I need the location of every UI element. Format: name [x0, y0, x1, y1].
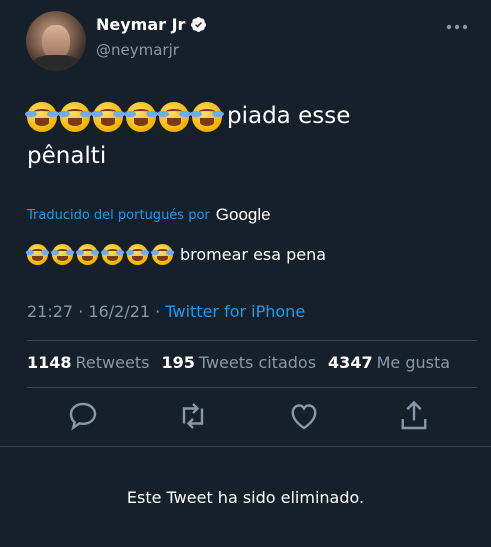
translated-text-body: bromear esa pena: [180, 245, 327, 264]
translation-attribution: Traducido del portugués por Google: [27, 205, 271, 225]
rofl-emoji-icon: [157, 101, 191, 132]
tweet-meta: 21:27 · 16/2/21 · Twitter for iPhone: [27, 302, 305, 321]
tweet-source[interactable]: Twitter for iPhone: [165, 302, 305, 321]
tweet-text-line2: pênalti: [27, 143, 107, 169]
like-icon[interactable]: [286, 398, 322, 434]
rofl-emoji-icon: [125, 244, 150, 265]
rofl-emoji-icon: [150, 244, 175, 265]
likes-stat[interactable]: 4347 Me gusta: [328, 353, 450, 372]
tweet-stats: 1148 Retweets 195 Tweets citados 4347 Me gu…: [27, 353, 450, 372]
avatar-face: [42, 25, 70, 59]
tweet-date[interactable]: 16/2/21: [88, 302, 150, 321]
meta-separator: ·: [155, 302, 161, 321]
tweet-time[interactable]: 21:27: [27, 302, 73, 321]
rofl-emoji-icon: [58, 101, 92, 132]
rofl-emoji-icon: [25, 101, 59, 132]
author-name-row: Neymar Jr: [96, 15, 207, 34]
translated-label: Traducido del portugués por: [27, 207, 210, 223]
google-logo: Google: [215, 205, 271, 224]
verified-badge-icon: [191, 17, 207, 32]
quotes-stat[interactable]: 195 Tweets citados: [161, 353, 316, 372]
retweets-stat[interactable]: 1148 Retweets: [27, 353, 149, 372]
share-icon[interactable]: [396, 398, 432, 434]
rofl-emoji-icon: [100, 244, 125, 265]
emoji-group: [25, 101, 224, 132]
rofl-emoji-icon: [91, 101, 125, 132]
divider: [27, 387, 477, 388]
translated-text: bromear esa pena: [25, 244, 327, 265]
avatar[interactable]: [26, 11, 86, 71]
rofl-emoji-icon: [124, 101, 158, 132]
more-icon[interactable]: [444, 20, 470, 34]
tweet-card: Neymar Jr @neymarjr piada esse pênalti T…: [0, 0, 491, 445]
reply-icon[interactable]: [65, 398, 101, 434]
deleted-notice-text: Este Tweet ha sido eliminado.: [126, 487, 365, 507]
rofl-emoji-icon: [75, 244, 100, 265]
divider: [27, 340, 477, 341]
tweet-text: piada esse pênalti: [25, 96, 467, 176]
author-name[interactable]: Neymar Jr: [96, 15, 185, 34]
rofl-emoji-icon: [25, 244, 50, 265]
author-handle[interactable]: @neymarjr: [96, 41, 179, 59]
action-bar: [27, 398, 477, 438]
rofl-emoji-icon: [190, 101, 224, 132]
rofl-emoji-icon: [50, 244, 75, 265]
emoji-group: [25, 244, 175, 265]
avatar-shirt: [32, 55, 80, 71]
retweet-icon[interactable]: [175, 398, 211, 434]
tweet-text-line1: piada esse: [227, 103, 351, 129]
deleted-tweet-notice: Este Tweet ha sido eliminado.: [0, 446, 491, 547]
meta-separator: ·: [78, 302, 84, 321]
